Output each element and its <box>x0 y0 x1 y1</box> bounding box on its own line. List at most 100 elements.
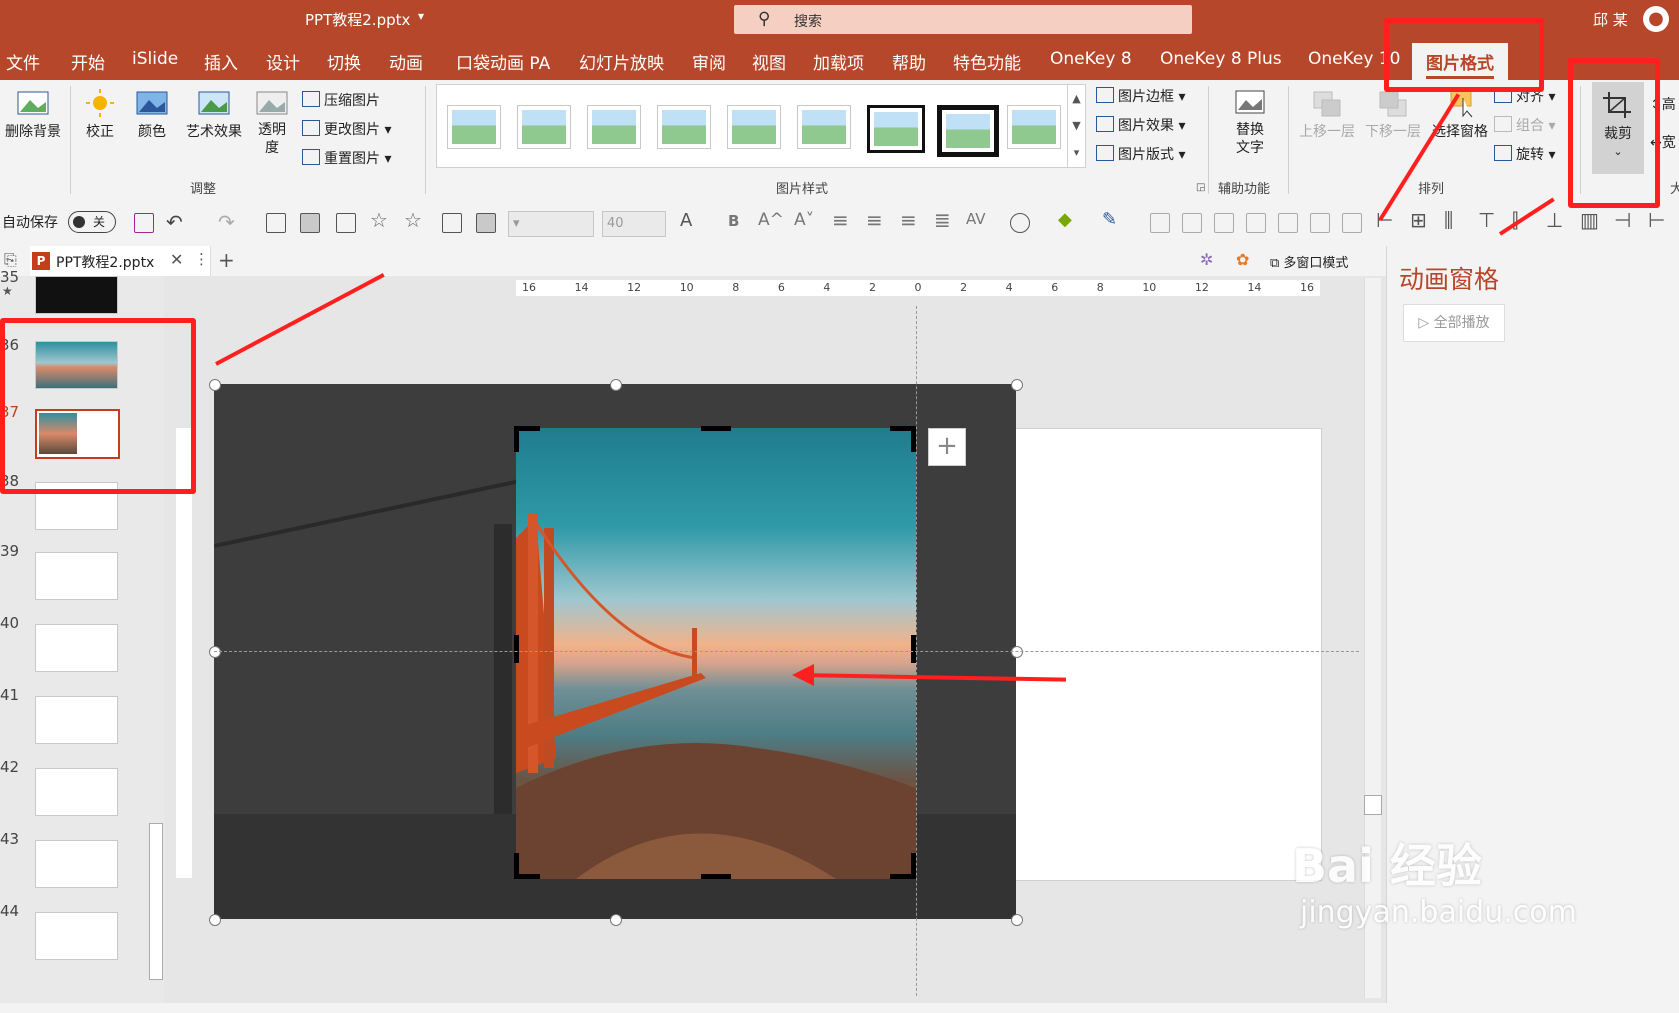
picture-border-button[interactable]: 图片边框 ▾ <box>1096 86 1185 106</box>
canvas-scrollbar-thumb[interactable] <box>1364 795 1382 815</box>
undo-icon[interactable]: ↶ <box>166 210 183 234</box>
picture-style-1[interactable] <box>447 105 501 149</box>
arrange-icon-1[interactable] <box>1150 213 1170 233</box>
file-name[interactable]: PPT教程2.pptx <box>305 9 410 30</box>
picture-style-2[interactable] <box>517 105 571 149</box>
reset-picture-button[interactable]: 重置图片 ▾ <box>302 148 391 168</box>
outline-color-icon[interactable]: ✎ <box>1102 209 1117 230</box>
media-icon[interactable] <box>476 213 496 233</box>
textbox-icon[interactable] <box>442 213 462 233</box>
autosave-toggle[interactable]: 关 <box>68 211 116 233</box>
tab-pocket-animation[interactable]: 口袋动画 PA <box>456 49 550 74</box>
font-family-dropdown[interactable]: ▾ <box>508 211 594 237</box>
transparency-button[interactable]: 透明度 <box>252 88 292 157</box>
slide-thumbnail-39[interactable] <box>35 552 118 600</box>
ruler-toggle-icon[interactable] <box>300 213 320 233</box>
resize-handle[interactable] <box>610 379 622 391</box>
new-tab-icon[interactable]: + <box>218 248 235 272</box>
shape-icon[interactable] <box>1010 213 1030 233</box>
tab-home[interactable]: 开始 <box>71 49 105 74</box>
star-outline-icon[interactable]: ☆ <box>404 208 422 232</box>
slide-thumbnail-35[interactable] <box>35 276 118 314</box>
gear-icon[interactable]: ✿ <box>1236 250 1249 269</box>
corrections-button[interactable]: 校正 <box>78 88 122 141</box>
slide-thumbnail-40[interactable] <box>35 624 118 672</box>
rotate-button[interactable]: 旋转 ▾ <box>1494 144 1555 164</box>
arrange-icon-4[interactable] <box>1246 213 1266 233</box>
dialog-launcher-icon[interactable]: ◲ <box>1196 182 1205 193</box>
tab-insert[interactable]: 插入 <box>204 49 238 74</box>
arrange-icon-5[interactable] <box>1278 213 1298 233</box>
color-button[interactable]: 颜色 <box>130 88 174 141</box>
star-icon[interactable]: ☆ <box>370 208 388 232</box>
chevron-down-icon[interactable]: ▾ <box>418 9 424 23</box>
slide-thumbnail-43[interactable] <box>35 840 118 888</box>
multi-window-button[interactable]: ⧉ 多窗口模式 <box>1270 252 1348 271</box>
tab-design[interactable]: 设计 <box>266 49 300 74</box>
arrange-icon-6[interactable] <box>1310 213 1330 233</box>
more-icon[interactable]: ⋮ <box>194 250 209 268</box>
arrange-icon-2[interactable] <box>1182 213 1202 233</box>
tab-animations[interactable]: 动画 <box>389 49 423 74</box>
decrease-font-icon[interactable]: A˅ <box>794 210 814 230</box>
align-top-icon[interactable]: ⊤ <box>1478 208 1495 232</box>
search-box[interactable]: ⚲ 搜索 <box>734 5 1192 34</box>
resize-handle[interactable] <box>209 914 221 926</box>
align-right-objects-icon[interactable]: ⊣ <box>1614 208 1631 232</box>
align-right-icon[interactable]: ≡ <box>900 208 917 232</box>
align-left-edge-icon[interactable]: ⊢ <box>1648 208 1665 232</box>
send-backward-button[interactable]: 下移一层 <box>1362 88 1424 141</box>
redo-icon[interactable]: ↷ <box>218 210 235 234</box>
justify-icon[interactable]: ≡ <box>866 208 883 232</box>
remove-background-button[interactable]: 删除背景 <box>2 88 64 141</box>
bring-forward-button[interactable]: 上移一层 <box>1296 88 1358 141</box>
tab-file[interactable]: 文件 <box>6 49 40 74</box>
bold-icon[interactable]: B <box>728 212 739 230</box>
change-picture-button[interactable]: 更改图片 ▾ <box>302 119 391 139</box>
picture-effects-button[interactable]: 图片效果 ▾ <box>1096 115 1185 135</box>
align-bottom-icon[interactable]: ⊥ <box>1546 208 1563 232</box>
presenter-icon[interactable] <box>266 213 286 233</box>
tab-view[interactable]: 视图 <box>752 49 786 74</box>
selection-pane-button[interactable]: 选择窗格 <box>1428 88 1492 141</box>
pages-icon[interactable]: ⎘ <box>4 250 17 270</box>
tab-onekey8plus[interactable]: OneKey 8 Plus <box>1160 49 1282 69</box>
user-name[interactable]: 邱 某 <box>1593 9 1628 30</box>
font-color-icon[interactable]: A <box>680 210 692 231</box>
picture-style-7[interactable] <box>867 105 925 153</box>
crop-handle[interactable] <box>701 874 731 879</box>
play-all-button[interactable]: ▷ 全部播放 <box>1403 304 1505 342</box>
align-center-objects-icon[interactable]: ⊞ <box>1410 208 1427 232</box>
picture-layout-button[interactable]: 图片版式 ▾ <box>1096 144 1185 164</box>
increase-font-icon[interactable]: A^ <box>758 210 784 230</box>
tab-onekey8[interactable]: OneKey 8 <box>1050 49 1132 69</box>
arrange-icon-7[interactable] <box>1342 213 1362 233</box>
select-icon[interactable] <box>336 213 356 233</box>
alt-text-button[interactable]: 替换文字 <box>1220 88 1280 157</box>
char-spacing-icon[interactable]: AV <box>966 210 986 228</box>
distribute-icon[interactable]: ≣ <box>934 208 951 232</box>
resize-handle[interactable] <box>1011 914 1023 926</box>
tab-islide[interactable]: iSlide <box>132 49 178 69</box>
resize-handle[interactable] <box>610 914 622 926</box>
slide-thumbnail-44[interactable] <box>35 912 118 960</box>
tab-transitions[interactable]: 切换 <box>327 49 361 74</box>
avatar[interactable]: ● <box>1643 6 1669 32</box>
slide-thumbnail-42[interactable] <box>35 768 118 816</box>
picture-styles-gallery[interactable]: ▲ ▼ ▾ <box>436 84 1086 168</box>
picture[interactable] <box>516 428 916 879</box>
slide-thumbnail-41[interactable] <box>35 696 118 744</box>
picture-style-8[interactable] <box>937 105 999 157</box>
crop-handle[interactable] <box>514 635 519 663</box>
group-button[interactable]: 组合 ▾ <box>1494 115 1555 135</box>
fill-color-icon[interactable]: ◆ <box>1058 209 1072 230</box>
resize-handle[interactable] <box>209 379 221 391</box>
crop-handle[interactable] <box>701 426 731 431</box>
close-icon[interactable]: ✕ <box>170 250 183 269</box>
save-icon[interactable] <box>134 213 154 233</box>
crop-handle[interactable] <box>514 853 519 879</box>
tab-help[interactable]: 帮助 <box>892 49 926 74</box>
scrollbar-thumb[interactable] <box>149 823 163 980</box>
tab-slideshow[interactable]: 幻灯片放映 <box>579 49 664 74</box>
tab-addins[interactable]: 加载项 <box>813 49 864 74</box>
